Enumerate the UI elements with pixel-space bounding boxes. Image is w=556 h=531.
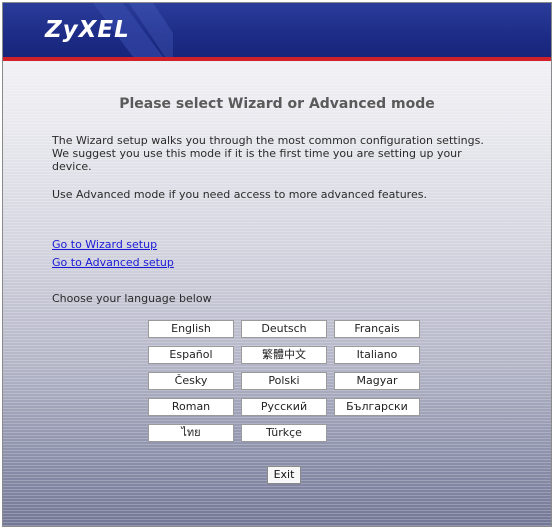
language-button-roman[interactable]: Roman — [148, 398, 234, 416]
language-button-italiano[interactable]: Italiano — [334, 346, 420, 364]
language-button-deutsch[interactable]: Deutsch — [241, 320, 327, 338]
language-prompt: Choose your language below — [52, 292, 212, 305]
wizard-description-line-3: device. — [52, 160, 92, 173]
wizard-window: ZyXEL Please select Wizard or Advanced m… — [2, 2, 552, 527]
wizard-description: The Wizard setup walks you through the m… — [52, 134, 522, 173]
language-button-polski[interactable]: Polski — [241, 372, 327, 390]
wizard-setup-link[interactable]: Go to Wizard setup — [52, 238, 157, 251]
wizard-description-line-2: We suggest you use this mode if it is th… — [52, 147, 462, 160]
language-button-turkce[interactable]: Türkçe — [241, 424, 327, 442]
language-button-thai[interactable]: ไทย — [148, 424, 234, 442]
page-title: Please select Wizard or Advanced mode — [119, 96, 435, 112]
language-button-cesky[interactable]: Česky — [148, 372, 234, 390]
wizard-description-line-1: The Wizard setup walks you through the m… — [52, 134, 484, 147]
exit-button[interactable]: Exit — [267, 466, 301, 484]
language-button-magyar[interactable]: Magyar — [334, 372, 420, 390]
language-button-bulgarian[interactable]: Български — [334, 398, 420, 416]
language-button-russian[interactable]: Русский — [241, 398, 327, 416]
advanced-setup-link[interactable]: Go to Advanced setup — [52, 256, 174, 269]
language-button-francais[interactable]: Français — [334, 320, 420, 338]
advanced-description: Use Advanced mode if you need access to … — [52, 188, 427, 201]
language-button-espanol[interactable]: Español — [148, 346, 234, 364]
language-button-english[interactable]: English — [148, 320, 234, 338]
zyxel-logo: ZyXEL — [45, 17, 130, 43]
header-banner: ZyXEL — [3, 3, 551, 57]
header-accent-line — [3, 57, 551, 61]
language-button-chinese[interactable]: 繁體中文 — [241, 346, 327, 364]
